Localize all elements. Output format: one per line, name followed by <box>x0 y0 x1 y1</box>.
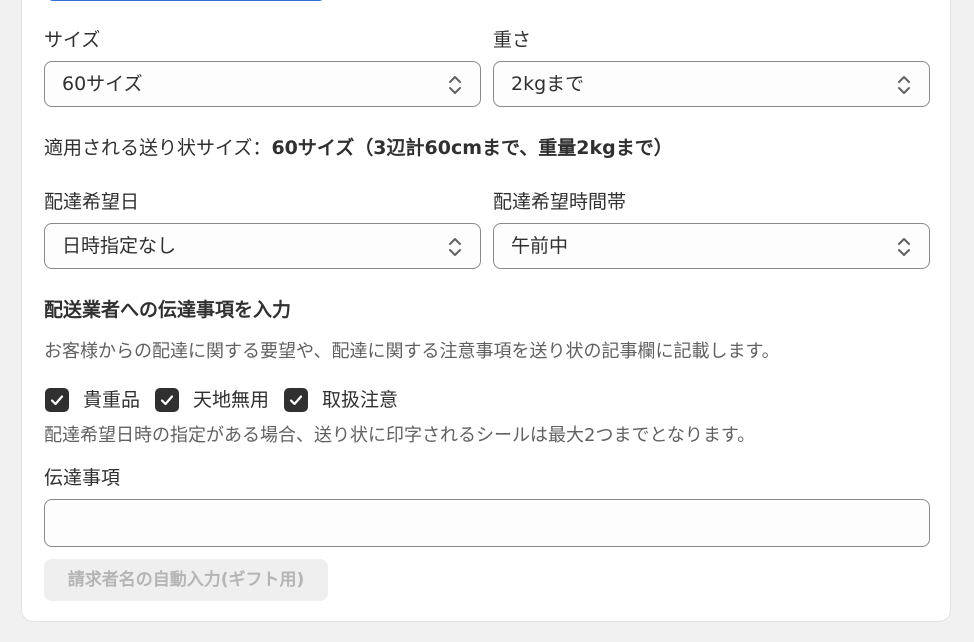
top-accent-bar <box>47 0 325 1</box>
delivery-date-value: 日時指定なし <box>62 235 177 257</box>
weight-select-value: 2kgまで <box>511 73 585 95</box>
delivery-date-select[interactable]: 日時指定なし <box>44 223 481 269</box>
applied-size-text: 適用される送り状サイズ：60サイズ（3辺計60cmまで、重量2kgまで） <box>44 135 673 161</box>
checkbox-valuables-label: 貴重品 <box>83 389 141 411</box>
instructions-title: 配送業者への伝達事項を入力 <box>44 299 292 321</box>
checkmark-icon <box>50 395 64 406</box>
checkbox-handle-with-care-box[interactable] <box>284 388 308 412</box>
size-select[interactable]: 60サイズ <box>44 61 481 107</box>
chevron-up-down-icon <box>898 76 910 94</box>
chevron-up-down-icon <box>898 238 910 256</box>
chevron-up-down-icon <box>449 76 461 94</box>
size-select-value: 60サイズ <box>62 73 143 95</box>
applied-size-value: 60サイズ（3辺計60cmまで、重量2kgまで） <box>271 137 673 159</box>
weight-select[interactable]: 2kgまで <box>493 61 930 107</box>
delivery-date-label: 配達希望日 <box>44 191 140 213</box>
checkbox-valuables[interactable]: 貴重品 <box>45 387 140 413</box>
instructions-description: お客様からの配達に関する要望や、配達に関する注意事項を送り状の記事欄に記載します… <box>44 341 780 362</box>
checkbox-this-side-up-label: 天地無用 <box>193 389 270 411</box>
checkbox-this-side-up[interactable]: 天地無用 <box>155 387 269 413</box>
delivery-time-value: 午前中 <box>511 235 569 257</box>
weight-label: 重さ <box>493 29 532 51</box>
applied-size-prefix: 適用される送り状サイズ： <box>44 137 272 159</box>
message-label: 伝達事項 <box>44 467 121 489</box>
message-input[interactable] <box>44 499 930 547</box>
checkmark-icon <box>289 395 303 406</box>
checkbox-handle-with-care[interactable]: 取扱注意 <box>284 387 398 413</box>
checkbox-handle-with-care-label: 取扱注意 <box>322 389 399 411</box>
delivery-time-select[interactable]: 午前中 <box>493 223 930 269</box>
size-label: サイズ <box>44 29 101 51</box>
checkbox-valuables-box[interactable] <box>45 388 69 412</box>
delivery-time-label: 配達希望時間帯 <box>493 191 627 213</box>
seal-limit-note: 配達希望日時の指定がある場合、送り状に印字されるシールは最大2つまでとなります。 <box>44 425 756 446</box>
checkmark-icon <box>160 395 174 406</box>
checkbox-this-side-up-box[interactable] <box>155 388 179 412</box>
chevron-up-down-icon <box>449 238 461 256</box>
autofill-billing-name-button[interactable]: 請求者名の自動入力(ギフト用) <box>44 559 328 601</box>
